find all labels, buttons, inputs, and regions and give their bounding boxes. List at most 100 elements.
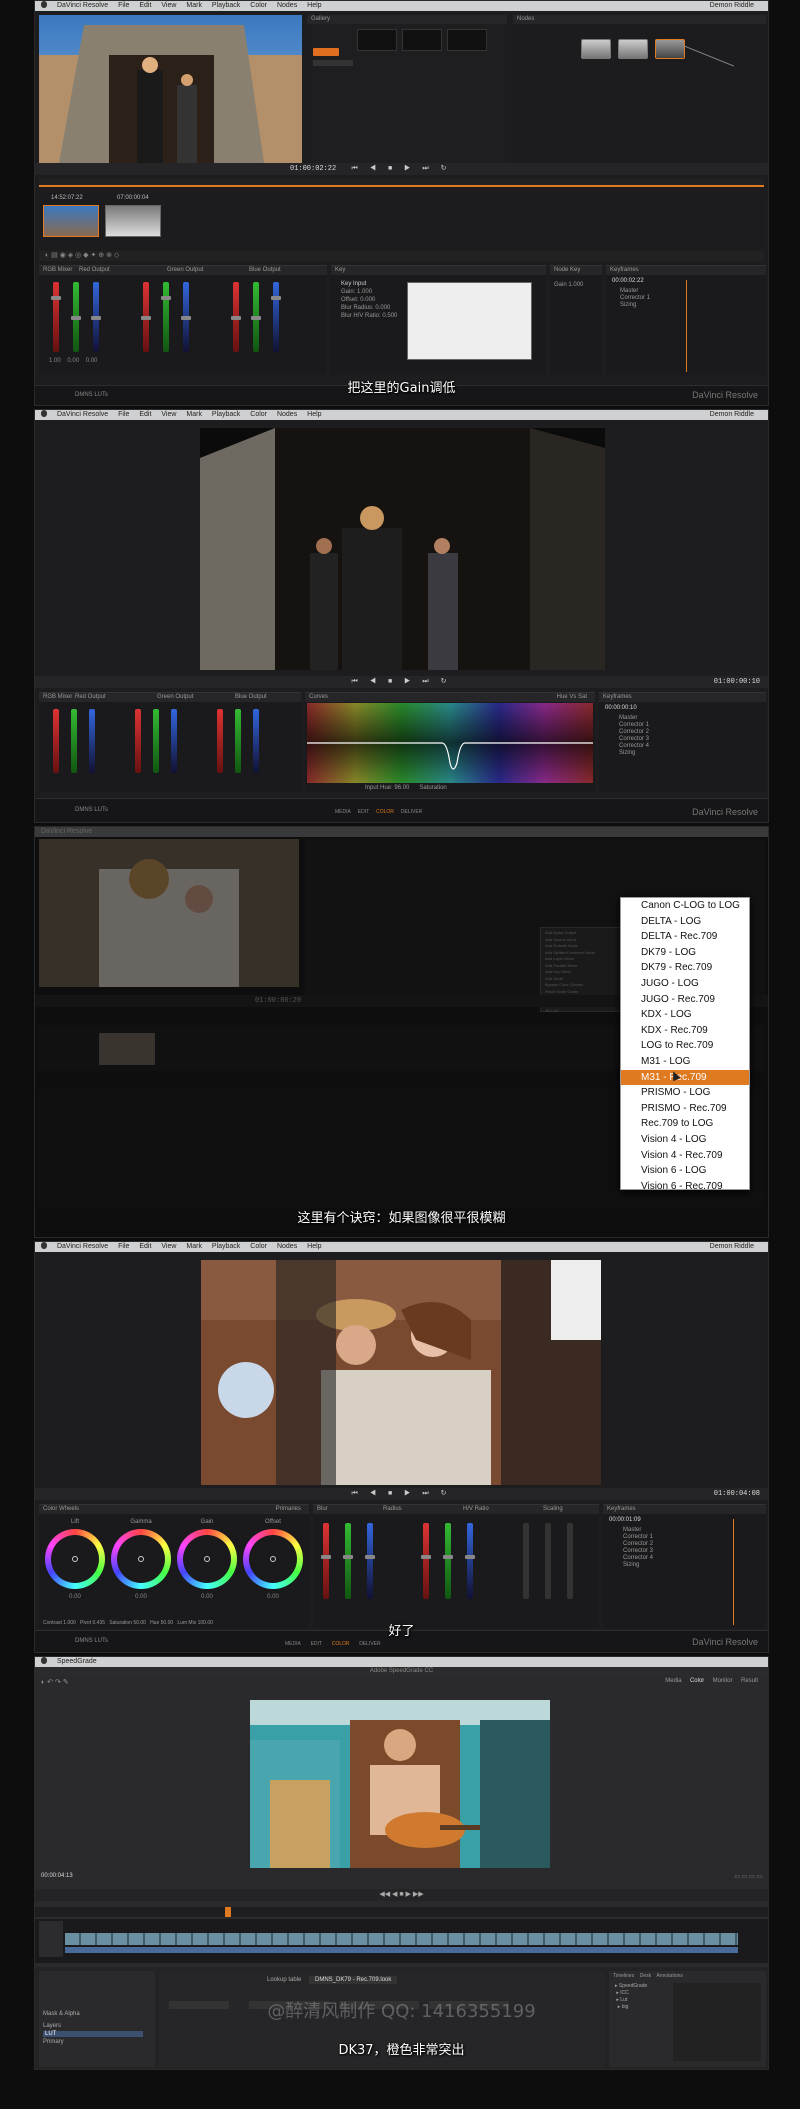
- saturation-readout[interactable]: Saturation 50.00: [109, 1620, 146, 1626]
- green-green-slider[interactable]: [153, 709, 159, 773]
- playhead-marker[interactable]: [225, 1907, 231, 1917]
- blue-blue-slider[interactable]: [273, 282, 279, 352]
- lut-item-selected[interactable]: M31 - Rec.709: [621, 1069, 749, 1086]
- wheel-gain[interactable]: Gain 0.00: [175, 1519, 239, 1600]
- clip-thumbnail-2[interactable]: [105, 205, 161, 237]
- tab-media[interactable]: Media: [665, 1678, 681, 1684]
- slider-knob[interactable]: [161, 296, 171, 300]
- slider-knob[interactable]: [343, 1555, 353, 1559]
- menu-edit[interactable]: Edit: [139, 2, 151, 9]
- wheel-gamma[interactable]: Gamma 0.00: [109, 1519, 173, 1600]
- slider-knob[interactable]: [365, 1555, 375, 1559]
- menu-help[interactable]: Help: [307, 411, 321, 418]
- menu-nodes[interactable]: Nodes: [277, 1243, 297, 1250]
- gamma-wheel-icon[interactable]: [111, 1529, 171, 1589]
- lut-item[interactable]: PRISMO - LOG: [621, 1085, 749, 1101]
- menu-color[interactable]: Color: [250, 1243, 267, 1250]
- menu-file[interactable]: File: [118, 411, 129, 418]
- lut-item[interactable]: PRISMO - Rec.709: [621, 1101, 749, 1117]
- slider-knob[interactable]: [141, 316, 151, 320]
- clip-thumbnail-strip[interactable]: [65, 1933, 738, 1945]
- tab-annotations[interactable]: Annotations: [656, 1973, 682, 1979]
- wheel-center-dot[interactable]: [72, 1556, 78, 1562]
- context-menu-item[interactable]: 1D LUT: [545, 1008, 617, 1015]
- viewer[interactable]: [39, 15, 302, 163]
- tab-deliver[interactable]: DELIVER: [401, 809, 422, 815]
- slider-knob[interactable]: [71, 316, 81, 320]
- kf-item[interactable]: Corrector 2: [623, 1541, 653, 1548]
- red-blue-slider[interactable]: [89, 709, 95, 773]
- transport-controls[interactable]: ⏮ ◀ ■ ▶ ⏭ ↻: [352, 1488, 452, 1500]
- layer-item[interactable]: Primary: [43, 2039, 64, 2045]
- menu-playback[interactable]: Playback: [212, 1243, 240, 1250]
- red-green-slider[interactable]: [71, 709, 77, 773]
- slider-knob[interactable]: [465, 1555, 475, 1559]
- viewer-buttons[interactable]: ▭ ▭ ▭ ▭: [734, 1873, 762, 1880]
- lut-item[interactable]: DELTA - Rec.709: [621, 929, 749, 945]
- slider-knob[interactable]: [421, 1555, 431, 1559]
- viewer[interactable]: [200, 428, 605, 670]
- tree-item[interactable]: ▸ big: [615, 2004, 647, 2011]
- offset-wheel-icon[interactable]: [243, 1529, 303, 1589]
- gallery-still[interactable]: [402, 29, 442, 51]
- transport-controls[interactable]: ⏮ ◀ ■ ▶ ⏭ ↻: [352, 163, 452, 175]
- viewer[interactable]: [201, 1260, 601, 1485]
- node-1[interactable]: [581, 39, 611, 59]
- lut-item[interactable]: Vision 6 - Rec.709: [621, 1179, 749, 1189]
- tab-color[interactable]: Color: [690, 1678, 704, 1684]
- slider-knob[interactable]: [231, 316, 241, 320]
- kf-item[interactable]: Master: [619, 715, 649, 722]
- menu-view[interactable]: View: [161, 411, 176, 418]
- lut-item[interactable]: JUGO - Rec.709: [621, 992, 749, 1008]
- wheel-offset[interactable]: Offset 0.00: [241, 1519, 305, 1600]
- slider-knob[interactable]: [443, 1555, 453, 1559]
- keyframe-playhead[interactable]: [686, 280, 687, 372]
- menu-nodes[interactable]: Nodes: [277, 2, 297, 9]
- kf-item[interactable]: Sizing: [623, 1562, 653, 1569]
- kf-item[interactable]: Master: [620, 288, 650, 295]
- kf-item[interactable]: Master: [623, 1527, 653, 1534]
- blue-red-slider[interactable]: [217, 709, 223, 773]
- tab-monitor[interactable]: Monitor: [713, 1678, 733, 1684]
- menu-playback[interactable]: Playback: [212, 411, 240, 418]
- kf-item[interactable]: Corrector 4: [619, 743, 649, 750]
- menu-view[interactable]: View: [161, 1243, 176, 1250]
- menu-color[interactable]: Color: [250, 411, 267, 418]
- clip-thumbnail-1[interactable]: [43, 205, 99, 237]
- menu-file[interactable]: File: [118, 2, 129, 9]
- slider-knob[interactable]: [251, 316, 261, 320]
- menu-app[interactable]: SpeedGrade: [57, 1658, 97, 1665]
- lut-item[interactable]: Vision 6 - LOG: [621, 1163, 749, 1179]
- lut-item[interactable]: KDX - Rec.709: [621, 1023, 749, 1039]
- lut-item[interactable]: Vision 4 - Rec.709: [621, 1148, 749, 1164]
- lut-item[interactable]: DK79 - LOG: [621, 945, 749, 961]
- menu-playback[interactable]: Playback: [212, 2, 240, 9]
- kf-item[interactable]: Corrector 3: [623, 1548, 653, 1555]
- green-red-slider[interactable]: [135, 709, 141, 773]
- node-key-gain-value[interactable]: 1.000: [568, 282, 583, 288]
- blue-blue-slider[interactable]: [253, 709, 259, 773]
- menu-view[interactable]: View: [161, 2, 176, 9]
- wheel-lift[interactable]: Lift 0.00: [43, 1519, 107, 1600]
- layer-item-lut[interactable]: LUT: [43, 2031, 143, 2037]
- menu-app[interactable]: DaVinci Resolve: [57, 411, 108, 418]
- blur-radius-blue-slider[interactable]: [367, 1523, 373, 1599]
- blur-hv-red-slider[interactable]: [423, 1523, 429, 1599]
- kf-item[interactable]: Corrector 1: [619, 722, 649, 729]
- menu-edit[interactable]: Edit: [139, 1243, 151, 1250]
- node-2[interactable]: [618, 39, 648, 59]
- menu-help[interactable]: Help: [307, 1243, 321, 1250]
- lut-item[interactable]: M31 - LOG: [621, 1054, 749, 1070]
- pivot-readout[interactable]: Pivot 0.435: [80, 1620, 105, 1626]
- gallery-still[interactable]: [447, 29, 487, 51]
- gain-wheel-icon[interactable]: [177, 1529, 237, 1589]
- kf-item[interactable]: Sizing: [619, 750, 649, 757]
- lift-wheel-icon[interactable]: [45, 1529, 105, 1589]
- gallery-album-selected[interactable]: [313, 48, 339, 56]
- transport-controls[interactable]: ⏮ ◀ ■ ▶ ⏭ ↻: [352, 676, 452, 688]
- param-button[interactable]: [169, 2001, 229, 2009]
- key-blur-radius-value[interactable]: 0.000: [375, 305, 390, 311]
- key-blur-hv-value[interactable]: 0.500: [382, 313, 397, 319]
- green-green-slider[interactable]: [163, 282, 169, 352]
- wheel-center-dot[interactable]: [138, 1556, 144, 1562]
